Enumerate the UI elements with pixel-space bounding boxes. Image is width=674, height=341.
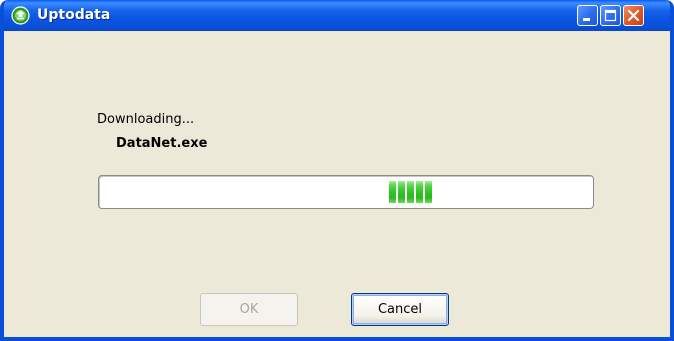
minimize-icon: [583, 18, 590, 21]
dialog-window: Uptodata Downloading... DataNet.exe OK C…: [0, 0, 674, 341]
ok-button[interactable]: OK: [200, 293, 298, 326]
minimize-button[interactable]: [577, 5, 598, 26]
app-globe-icon: [11, 6, 30, 25]
progress-block: [425, 181, 432, 203]
progress-block: [389, 181, 396, 203]
progress-block: [407, 181, 414, 203]
download-progress-bar: [98, 175, 594, 209]
window-title: Uptodata: [37, 7, 111, 23]
progress-block: [416, 181, 423, 203]
cancel-button[interactable]: Cancel: [351, 293, 449, 326]
title-bar[interactable]: Uptodata: [4, 0, 670, 31]
status-label: Downloading...: [97, 112, 195, 127]
maximize-icon: [604, 9, 617, 22]
close-button[interactable]: [623, 5, 644, 26]
progress-block: [398, 181, 405, 203]
progress-marquee: [389, 181, 432, 203]
maximize-button[interactable]: [600, 5, 621, 26]
close-icon: [627, 9, 640, 22]
file-name-label: DataNet.exe: [116, 136, 208, 151]
